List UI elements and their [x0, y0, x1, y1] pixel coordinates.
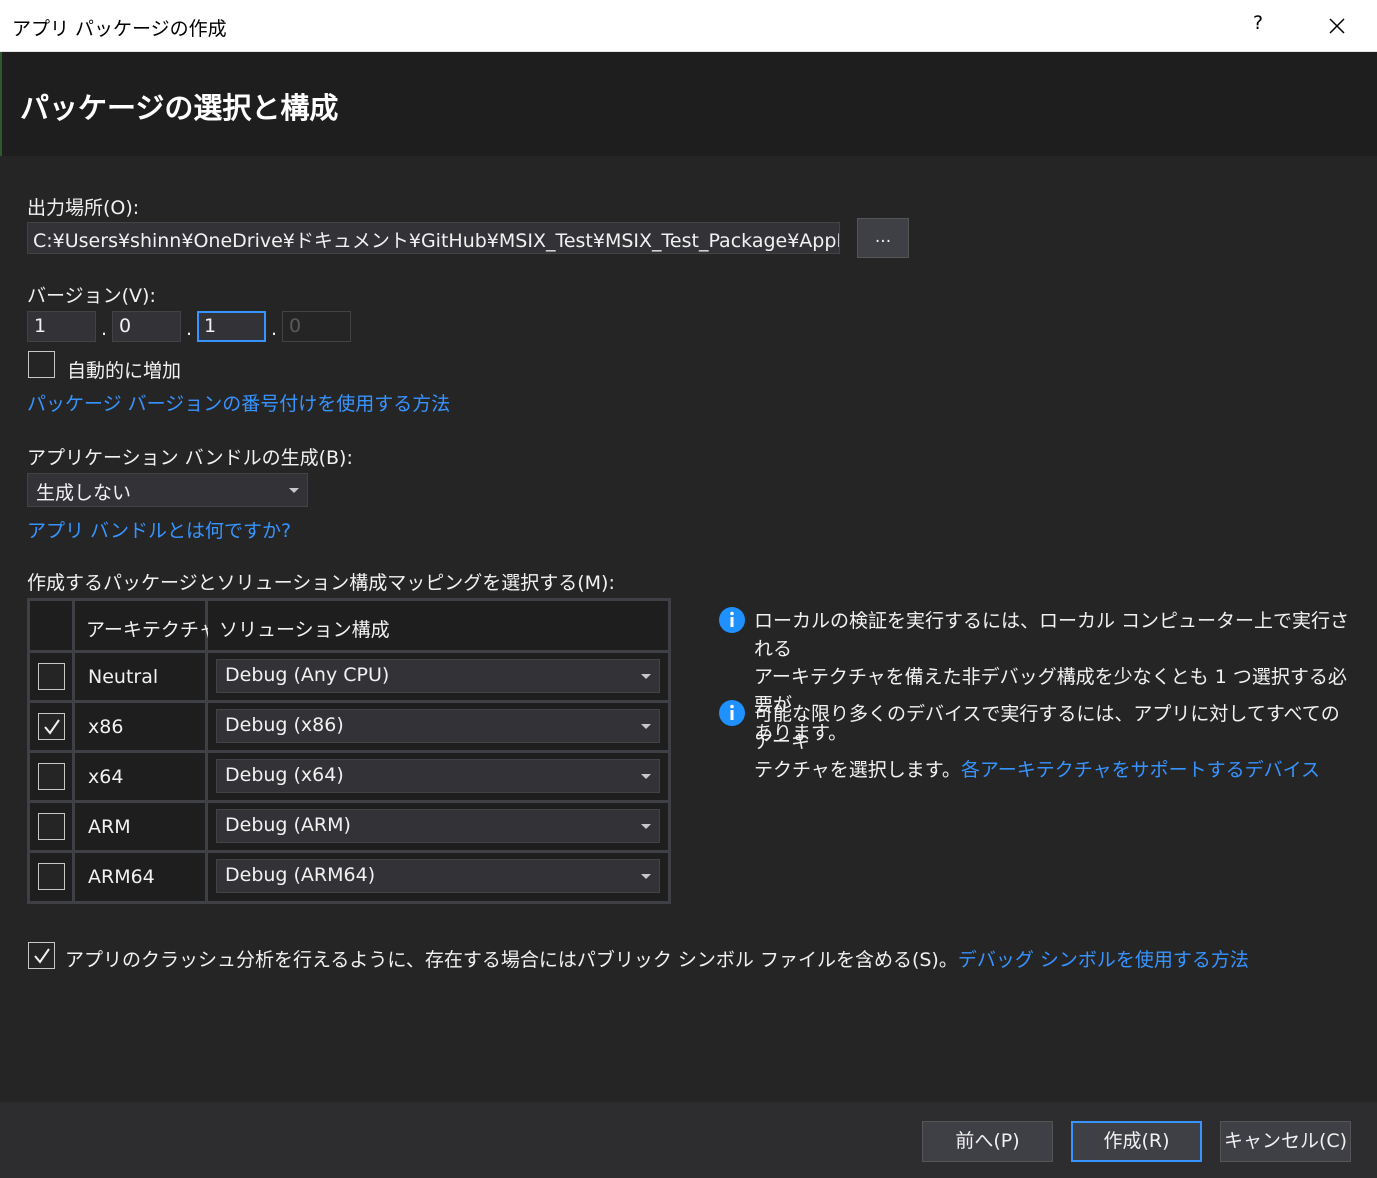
note-line: ローカルの検証を実行するには、ローカル コンピューター上で実行される: [754, 610, 1350, 660]
configuration-value: Debug (ARM64): [225, 864, 376, 886]
help-button[interactable]: ?: [1246, 12, 1270, 40]
configuration-dropdown[interactable]: Debug (Any CPU): [216, 659, 660, 693]
chevron-down-icon: [289, 488, 299, 493]
row-checkbox-x86[interactable]: [38, 713, 65, 740]
close-icon: [1329, 18, 1345, 34]
title-bar: アプリ パッケージの作成 ?: [0, 0, 1377, 52]
page-header: パッケージの選択と構成: [0, 52, 1377, 156]
configuration-dropdown[interactable]: Debug (ARM64): [216, 859, 660, 893]
row-architecture-cell: ARM: [75, 803, 205, 850]
version-separator: .: [271, 318, 278, 340]
row-configuration-cell: Debug (x86): [208, 703, 668, 750]
row-architecture: Neutral: [88, 666, 159, 688]
table-row: [30, 653, 72, 700]
chevron-down-icon: [641, 674, 651, 679]
configuration-value: Debug (ARM): [225, 814, 351, 836]
mapping-label: 作成するパッケージとソリューション構成マッピングを選択する(M):: [27, 572, 615, 594]
window-title: アプリ パッケージの作成: [12, 18, 227, 40]
row-architecture: x64: [88, 766, 124, 788]
checkmark-icon: [34, 948, 50, 964]
version-separator: .: [186, 318, 193, 340]
output-location-label: 出力場所(O):: [27, 197, 140, 219]
version-label: バージョン(V):: [27, 285, 156, 307]
debug-symbols-help-link[interactable]: デバッグ シンボルを使用する方法: [958, 949, 1249, 971]
public-symbols-row: アプリのクラッシュ分析を行えるように、存在する場合にはパブリック シンボル ファ…: [65, 945, 1249, 972]
chevron-down-icon: [641, 724, 651, 729]
row-checkbox-arm64[interactable]: [38, 863, 65, 890]
create-button[interactable]: 作成(R): [1071, 1121, 1202, 1162]
version-separator: .: [101, 318, 108, 340]
row-configuration-cell: Debug (Any CPU): [208, 653, 668, 700]
configuration-value: Debug (x86): [225, 714, 344, 736]
row-checkbox-neutral[interactable]: [38, 663, 65, 690]
page-title: パッケージの選択と構成: [20, 91, 339, 125]
output-path-input[interactable]: C:¥Users¥shinn¥OneDrive¥ドキュメント¥GitHub¥MS…: [27, 222, 840, 254]
row-checkbox-arm[interactable]: [38, 813, 65, 840]
row-architecture-cell: x86: [75, 703, 205, 750]
version-minor-input[interactable]: 0: [112, 311, 181, 342]
chevron-down-icon: [641, 874, 651, 879]
version-major-input[interactable]: 1: [27, 311, 96, 342]
note-line: テクチャを選択します。: [754, 759, 961, 781]
header-check-cell: [30, 601, 72, 650]
browse-button[interactable]: ...: [857, 218, 909, 258]
row-checkbox-x64[interactable]: [38, 763, 65, 790]
configuration-dropdown[interactable]: Debug (ARM): [216, 809, 660, 843]
auto-increment-checkbox[interactable]: [28, 351, 55, 378]
note-line: 可能な限り多くのデバイスで実行するには、アプリに対してすべてのアーキ: [754, 703, 1340, 753]
row-configuration-cell: Debug (x64): [208, 753, 668, 800]
public-symbols-checkbox[interactable]: [28, 942, 55, 969]
device-architecture-link[interactable]: 各アーキテクチャをサポートするデバイス: [961, 759, 1320, 781]
cancel-button[interactable]: キャンセル(C): [1220, 1121, 1351, 1162]
chevron-down-icon: [641, 774, 651, 779]
public-symbols-label: アプリのクラッシュ分析を行えるように、存在する場合にはパブリック シンボル ファ…: [65, 949, 958, 971]
row-configuration-cell: Debug (ARM): [208, 803, 668, 850]
bundle-selected-value: 生成しない: [36, 482, 132, 504]
device-support-note: 可能な限り多くのデバイスで実行するには、アプリに対してすべてのアーキ テクチャを…: [754, 700, 1354, 784]
row-architecture-cell: Neutral: [75, 653, 205, 700]
header-configuration: ソリューション構成: [208, 601, 668, 650]
table-row: [30, 803, 72, 850]
row-architecture-cell: ARM64: [75, 853, 205, 901]
checkmark-icon: [44, 719, 60, 735]
info-icon: [719, 700, 745, 726]
row-architecture: ARM: [88, 816, 131, 838]
configuration-value: Debug (Any CPU): [225, 664, 390, 686]
info-icon: [719, 607, 745, 633]
table-row: [30, 853, 72, 901]
version-build-input[interactable]: 1: [197, 311, 266, 342]
header-architecture: アーキテクチャ: [75, 601, 218, 650]
back-button[interactable]: 前へ(P): [922, 1121, 1053, 1162]
architecture-header-label: アーキテクチャ: [86, 619, 218, 641]
row-architecture: ARM64: [88, 866, 155, 888]
table-row: [30, 753, 72, 800]
bundle-help-link[interactable]: アプリ バンドルとは何ですか?: [27, 516, 291, 543]
configuration-value: Debug (x64): [225, 764, 344, 786]
row-configuration-cell: Debug (ARM64): [208, 853, 668, 901]
mapping-table: アーキテクチャ ソリューション構成 Neutral Debug (Any CPU…: [27, 598, 671, 904]
configuration-dropdown[interactable]: Debug (x86): [216, 709, 660, 743]
configuration-header-label: ソリューション構成: [219, 619, 390, 641]
row-architecture-cell: x64: [75, 753, 205, 800]
close-button[interactable]: [1322, 10, 1352, 42]
configuration-dropdown[interactable]: Debug (x64): [216, 759, 660, 793]
bundle-label: アプリケーション バンドルの生成(B):: [27, 447, 353, 469]
chevron-down-icon: [641, 824, 651, 829]
auto-increment-label: 自動的に増加: [67, 360, 182, 382]
version-revision-input: 0: [282, 311, 351, 342]
bundle-dropdown[interactable]: 生成しない: [27, 473, 308, 507]
table-row: [30, 703, 72, 750]
version-numbering-help-link[interactable]: パッケージ バージョンの番号付けを使用する方法: [27, 389, 450, 416]
row-architecture: x86: [88, 716, 124, 738]
